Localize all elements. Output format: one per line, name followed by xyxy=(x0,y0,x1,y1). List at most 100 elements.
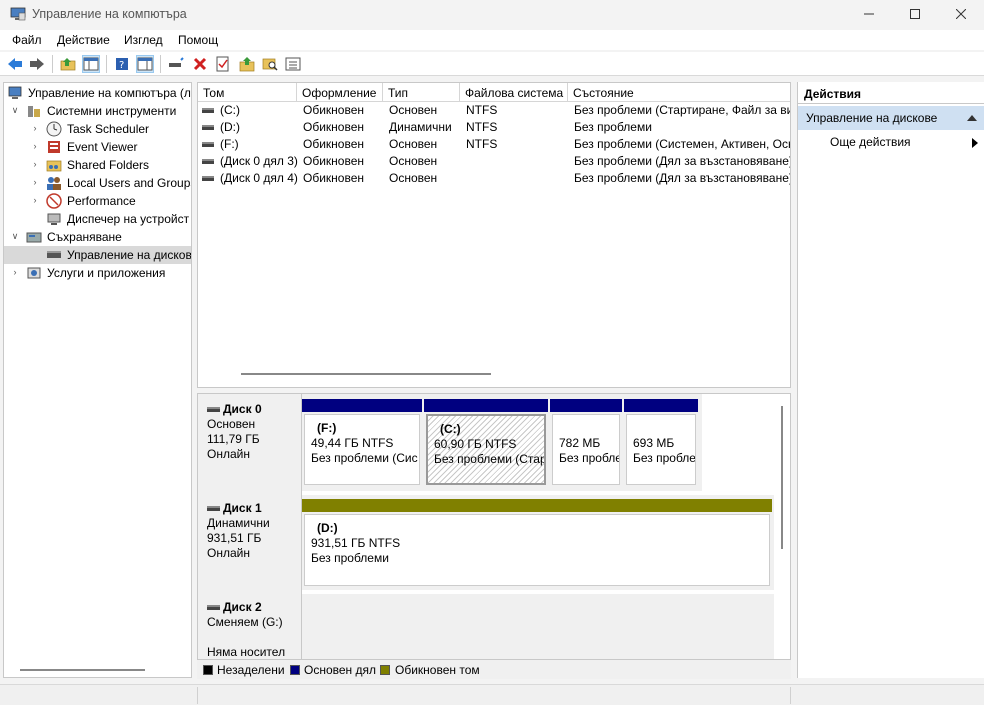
folder-arrow-icon xyxy=(239,57,255,72)
search-button[interactable] xyxy=(261,55,279,73)
partition-recovery-3[interactable]: 782 МБ Без пробле xyxy=(550,399,622,487)
folder-up-icon xyxy=(60,58,76,71)
properties-button[interactable] xyxy=(214,55,232,73)
disk-1-info[interactable]: Диск 1 Динамични 931,51 ГБ Онлайн xyxy=(198,493,302,592)
partition-d[interactable]: (D:) 931,51 ГБ NTFS Без проблеми xyxy=(302,499,772,588)
table-row[interactable]: (Диск 0 дял 4) Обикновен Основен Без про… xyxy=(198,170,790,187)
chevron-right-icon[interactable]: › xyxy=(30,159,40,169)
disk-type: Основен xyxy=(207,417,256,431)
tree-item-disk-management[interactable]: Управление на дисков xyxy=(4,246,192,264)
disk-2-info[interactable]: Диск 2 Сменяем (G:) Няма носител xyxy=(198,592,302,659)
menu-file[interactable]: Файл xyxy=(12,33,42,47)
actions-header: Действия xyxy=(798,82,984,104)
chevron-up-icon[interactable] xyxy=(967,115,977,121)
chevron-right-icon[interactable]: › xyxy=(30,123,40,133)
cell-volume: (F:) xyxy=(220,137,239,151)
tree-item-shared-folders[interactable]: › Shared Folders xyxy=(4,156,191,174)
delete-button[interactable] xyxy=(191,55,209,73)
table-row[interactable]: (D:) Обикновен Динамични NTFS Без пробле… xyxy=(198,119,790,136)
close-icon xyxy=(956,9,966,19)
cell-layout: Обикновен xyxy=(303,120,365,134)
tree-label: Local Users and Groups xyxy=(67,176,192,190)
tree-item-storage[interactable]: ∨ Съхраняване xyxy=(4,228,191,246)
cell-status: Без проблеми (Стартиране, Файл за вир xyxy=(574,103,791,117)
scrollbar-thumb[interactable] xyxy=(241,373,491,375)
cell-layout: Обикновен xyxy=(303,137,365,151)
cell-volume: (C:) xyxy=(220,103,240,117)
chevron-right-icon[interactable]: › xyxy=(30,177,40,187)
partition-size: 782 МБ xyxy=(559,436,601,450)
tree-item-system-tools[interactable]: ∨ Системни инструменти xyxy=(4,102,191,120)
up-folder-button[interactable] xyxy=(59,55,77,73)
column-header-layout[interactable]: Оформление xyxy=(297,83,383,102)
export-button[interactable] xyxy=(238,55,256,73)
menu-action[interactable]: Действие xyxy=(57,33,110,47)
partition-f[interactable]: (F:) 49,44 ГБ NTFS Без проблеми (Сис xyxy=(302,399,422,487)
legend-swatch-simple xyxy=(380,665,390,675)
minimize-icon xyxy=(864,13,874,15)
tree-label: Performance xyxy=(67,194,136,208)
partition-c[interactable]: (C:) 60,90 ГБ NTFS Без проблеми (Стар xyxy=(424,399,548,487)
partition-body: 693 МБ Без пробле xyxy=(626,414,696,485)
chevron-down-icon[interactable]: ∨ xyxy=(10,105,20,115)
tree-item-performance[interactable]: › Performance xyxy=(4,192,191,210)
tree-item-device-manager[interactable]: Диспечер на устройст xyxy=(4,210,191,228)
chevron-right-icon[interactable]: › xyxy=(10,267,20,277)
disk-status: Няма носител xyxy=(207,645,286,659)
tree-label: Управление на дисков xyxy=(67,248,192,262)
column-header-file-system[interactable]: Файлова система xyxy=(460,83,568,102)
more-actions-item[interactable]: Още действия xyxy=(798,132,984,152)
diskmap-vertical-scrollbar[interactable] xyxy=(781,406,783,549)
forward-button[interactable] xyxy=(28,55,46,73)
maximize-button[interactable] xyxy=(892,0,938,28)
minimize-button[interactable] xyxy=(846,0,892,28)
tree-horizontal-scrollbar[interactable] xyxy=(20,669,145,671)
partition-status: Без пробле xyxy=(633,451,696,465)
partition-status: Без пробле xyxy=(559,451,620,465)
actions-section-disk-management[interactable]: Управление на дискове xyxy=(798,106,984,130)
tree-item-local-users[interactable]: › Local Users and Groups xyxy=(4,174,192,192)
table-row[interactable]: (C:) Обикновен Основен NTFS Без проблеми… xyxy=(198,102,791,119)
tree-item-event-viewer[interactable]: › Event Viewer xyxy=(4,138,191,156)
menu-view[interactable]: Изглед xyxy=(124,33,163,47)
connect-disk-button[interactable] xyxy=(167,55,185,73)
partition-recovery-4[interactable]: 693 МБ Без пробле xyxy=(624,399,698,487)
legend-label-unallocated: Незаделени xyxy=(217,663,285,677)
back-button[interactable] xyxy=(6,55,24,73)
shared-folder-icon xyxy=(46,160,62,172)
show-hide-action-pane-button[interactable] xyxy=(136,55,154,73)
partition-size: 693 МБ xyxy=(633,436,675,450)
disk-status: Онлайн xyxy=(207,447,250,461)
volume-icon xyxy=(202,108,214,114)
disk-management-icon xyxy=(47,251,61,258)
forward-arrow-icon xyxy=(30,58,44,70)
column-header-volume[interactable]: Том xyxy=(198,83,297,102)
chevron-right-icon[interactable]: › xyxy=(30,195,40,205)
disk-name: Диск 1 xyxy=(223,501,262,515)
list-horizontal-scrollbar[interactable] xyxy=(198,373,790,387)
toolbar: ? xyxy=(0,52,984,76)
cell-type: Основен xyxy=(389,171,438,185)
clock-icon xyxy=(46,121,62,137)
chevron-down-icon[interactable]: ∨ xyxy=(10,231,20,241)
cell-layout: Обикновен xyxy=(303,103,365,117)
primary-partition-band xyxy=(550,399,622,412)
column-header-type[interactable]: Тип xyxy=(383,83,460,102)
tree-item-root[interactable]: Управление на компютъра (л xyxy=(4,84,191,102)
close-button[interactable] xyxy=(938,0,984,28)
table-row[interactable]: (F:) Обикновен Основен NTFS Без проблеми… xyxy=(198,136,790,153)
console-tree: Управление на компютъра (л ∨ Системни ин… xyxy=(3,82,192,678)
column-header-status[interactable]: Състояние xyxy=(568,83,790,102)
show-hide-console-tree-button[interactable] xyxy=(82,55,100,73)
view-options-button[interactable] xyxy=(284,55,302,73)
tree-item-task-scheduler[interactable]: › Task Scheduler xyxy=(4,120,191,138)
partition-name xyxy=(633,421,695,436)
legend-label-primary: Основен дял xyxy=(304,663,377,677)
menu-help[interactable]: Помощ xyxy=(178,33,218,47)
tree-item-services[interactable]: › Услуги и приложения xyxy=(4,264,191,282)
help-button[interactable]: ? xyxy=(113,55,131,73)
disk-0-info[interactable]: Диск 0 Основен 111,79 ГБ Онлайн xyxy=(198,394,302,493)
disk-2-partitions xyxy=(302,594,774,659)
table-row[interactable]: (Диск 0 дял 3) Обикновен Основен Без про… xyxy=(198,153,790,170)
chevron-right-icon[interactable]: › xyxy=(30,141,40,151)
